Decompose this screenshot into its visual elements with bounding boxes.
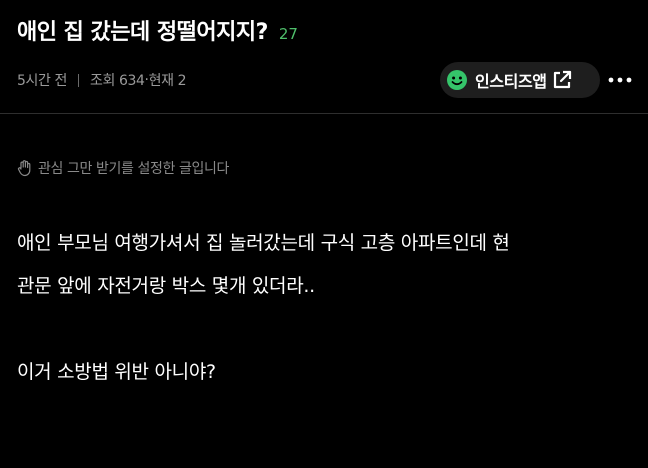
notice-text: 관심 그만 받기를 설정한 글입니다 [38,161,229,177]
post-meta: 5시간 전 조회 634 · 현재 2 [17,70,187,90]
post-time: 5시간 전 [17,73,67,89]
post-title: 애인 집 갔는데 정떨어지지? [17,20,268,45]
comment-count[interactable]: 27 [279,25,298,43]
smile-icon [447,70,467,90]
external-link-icon [553,70,571,89]
meta-divider [78,73,79,87]
post-header: 애인 집 갔는데 정떨어지지? 27 5시간 전 조회 634 · 현재 2 인… [0,0,648,114]
hand-stop-icon [17,160,31,177]
more-options-button[interactable] [606,68,634,92]
current-viewers: 현재 2 [148,73,187,89]
open-app-button[interactable]: 인스티즈앱 [440,62,600,98]
body-line: 관문 앞에 자전거랑 박스 몇개 있더라.. [17,275,315,297]
open-app-label: 인스티즈앱 [475,72,547,91]
no-attention-notice: 관심 그만 받기를 설정한 글입니다 [16,158,229,178]
title-row: 애인 집 갔는데 정떨어지지? 27 [17,14,298,46]
more-dots-icon [608,77,632,83]
header-divider [0,113,648,114]
body-line: 이거 소방법 위반 아니야? [17,361,216,383]
view-count: 조회 634 [90,73,145,89]
post-body: 애인 부모님 여행가셔서 집 놀러갔는데 구식 고층 아파트인데 현 관문 앞에… [17,222,637,394]
body-line: 애인 부모님 여행가셔서 집 놀러갔는데 구식 고층 아파트인데 현 [17,232,510,254]
